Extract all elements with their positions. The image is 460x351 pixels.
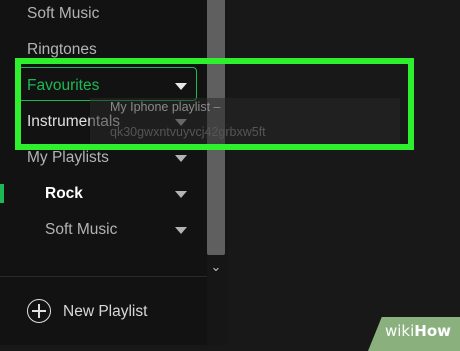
- chevron-down-icon[interactable]: [175, 191, 187, 198]
- sidebar-item-soft-music[interactable]: Soft Music: [27, 5, 99, 23]
- active-indicator: [0, 184, 4, 203]
- sidebar-item-my-playlists[interactable]: My Playlists: [27, 149, 109, 167]
- chevron-down-icon[interactable]: [175, 155, 187, 162]
- sidebar-item-rock[interactable]: Rock: [45, 185, 83, 203]
- wikihow-watermark: wikiHow: [385, 322, 452, 340]
- chevron-down-icon[interactable]: [175, 227, 187, 234]
- highlight-box: [15, 58, 414, 150]
- sidebar-item-soft-music-sub[interactable]: Soft Music: [45, 221, 117, 239]
- sidebar-item-ringtones[interactable]: Ringtones: [27, 41, 97, 59]
- new-playlist-button[interactable]: New Playlist: [63, 303, 147, 321]
- plus-circle-icon[interactable]: [27, 299, 51, 323]
- sidebar-divider: [0, 276, 207, 277]
- main-content: [228, 0, 460, 345]
- scroll-down-icon[interactable]: ⌄: [209, 260, 223, 273]
